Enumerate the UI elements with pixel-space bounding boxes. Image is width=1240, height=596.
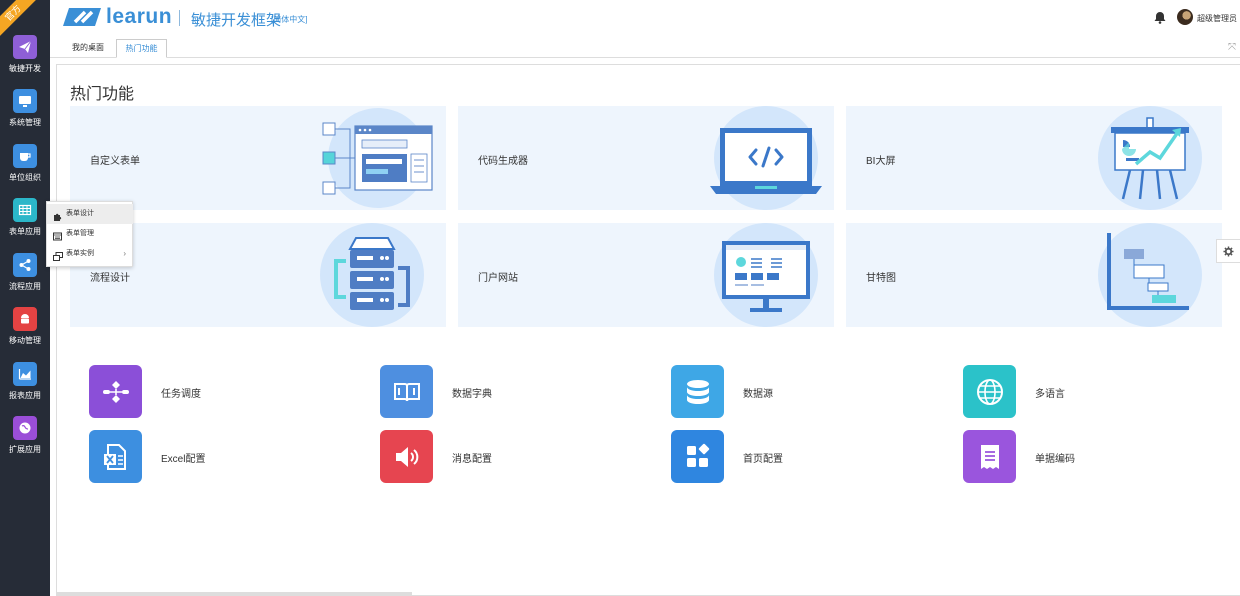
window-restore-icon — [53, 250, 63, 270]
submenu-item-form-manage[interactable]: 表单管理 — [47, 224, 133, 244]
database-icon — [671, 365, 724, 418]
presentation-board-icon — [1086, 106, 1222, 210]
card-code-generator[interactable]: 代码生成器 — [458, 106, 834, 210]
grid-blocks-icon — [671, 430, 724, 483]
card-bi-screen[interactable]: BI大屏 — [846, 106, 1222, 210]
sidebar-item-form-app[interactable]: 表单应用 — [0, 198, 50, 248]
logo-text: learun — [106, 5, 173, 28]
sidebar-item-agile-dev[interactable]: 敏捷开发 — [0, 35, 50, 85]
sidebar-item-label: 单位组织 — [9, 173, 41, 182]
feature-multi-language[interactable]: 多语言 — [963, 365, 1163, 418]
submenu-label: 表单实例 — [66, 250, 94, 257]
sidebar: 官方 敏捷开发 系统管理 单位组织 表单应用 流程应用 移动管理 报表应用 扩展… — [0, 0, 50, 596]
paper-plane-icon — [13, 35, 37, 59]
sidebar-item-label: 扩展应用 — [9, 445, 41, 454]
globe-icon — [963, 365, 1016, 418]
feature-data-source[interactable]: 数据源 — [671, 365, 871, 418]
share-icon — [13, 253, 37, 277]
card-label: 甘特图 — [866, 273, 896, 284]
feature-label: 消息配置 — [452, 454, 492, 465]
feature-homepage-config[interactable]: 首页配置 — [671, 430, 871, 483]
card-custom-form[interactable]: 自定义表单 — [70, 106, 446, 210]
globe-icon — [13, 416, 37, 440]
receipt-icon — [963, 430, 1016, 483]
sidebar-item-label: 敏捷开发 — [9, 64, 41, 73]
submenu-label: 表单设计 — [66, 210, 94, 217]
language-switch[interactable]: [简体中文] — [271, 14, 307, 25]
sidebar-item-workflow[interactable]: 流程应用 — [0, 253, 50, 303]
monitor-icon — [13, 89, 37, 113]
feature-message-config[interactable]: 消息配置 — [380, 430, 580, 483]
feature-label: 任务调度 — [161, 389, 201, 400]
book-icon — [380, 365, 433, 418]
sidebar-item-extensions[interactable]: 扩展应用 — [0, 416, 50, 466]
user-name[interactable]: 超级管理员 — [1197, 13, 1237, 24]
card-label: 代码生成器 — [478, 156, 528, 167]
card-gantt-chart[interactable]: 甘特图 — [846, 223, 1222, 327]
sidebar-item-label: 表单应用 — [9, 227, 41, 236]
gantt-chart-icon — [1086, 223, 1222, 327]
sidebar-item-system[interactable]: 系统管理 — [0, 89, 50, 139]
monitor-web-icon — [698, 223, 834, 327]
coffee-cup-icon — [13, 144, 37, 168]
feature-data-dictionary[interactable]: 数据字典 — [380, 365, 580, 418]
android-icon — [13, 307, 37, 331]
server-flow-icon — [310, 223, 446, 327]
logo-subtitle: 敏捷开发框架 — [191, 12, 282, 29]
feature-excel-config[interactable]: Excel配置 — [89, 430, 289, 483]
sidebar-item-label: 报表应用 — [9, 391, 41, 400]
tab-my-desktop[interactable]: 我的桌面 — [64, 39, 112, 58]
gear-icon[interactable] — [1216, 239, 1240, 263]
feature-label: 数据字典 — [452, 389, 492, 400]
table-icon — [13, 198, 37, 222]
speaker-icon — [380, 430, 433, 483]
bell-icon[interactable] — [1154, 11, 1166, 29]
card-label: 流程设计 — [90, 273, 130, 284]
feature-label: 单据编码 — [1035, 454, 1075, 465]
submenu-item-form-instance[interactable]: 表单实例 › — [47, 244, 133, 264]
submenu-item-form-design[interactable]: 表单设计 — [47, 204, 133, 224]
flowchart-icon — [89, 365, 142, 418]
area-chart-icon — [13, 362, 37, 386]
excel-icon — [89, 430, 142, 483]
card-portal-site[interactable]: 门户网站 — [458, 223, 834, 327]
feature-label: 多语言 — [1035, 389, 1065, 400]
feature-label: Excel配置 — [161, 454, 206, 465]
feature-task-scheduling[interactable]: 任务调度 — [89, 365, 289, 418]
feature-document-code[interactable]: 单据编码 — [963, 430, 1163, 483]
feature-label: 数据源 — [743, 389, 773, 400]
feature-label: 首页配置 — [743, 454, 783, 465]
logo-separator — [179, 10, 180, 26]
sidebar-item-label: 移动管理 — [9, 336, 41, 345]
learun-logo-icon — [63, 7, 101, 32]
card-label: 门户网站 — [478, 273, 518, 284]
tab-bar: 我的桌面 热门功能 ⤧ — [50, 38, 1240, 58]
card-label: BI大屏 — [866, 156, 896, 167]
submenu-label: 表单管理 — [66, 230, 94, 237]
laptop-code-icon — [698, 106, 834, 210]
official-ribbon: 官方 — [0, 0, 50, 40]
sidebar-item-reports[interactable]: 报表应用 — [0, 362, 50, 412]
sidebar-item-label: 流程应用 — [9, 282, 41, 291]
form-illustration-icon — [310, 106, 446, 210]
tab-hot-features[interactable]: 热门功能 — [116, 39, 167, 58]
top-header: learun 敏捷开发框架 [简体中文] 超级管理员 — [50, 0, 1240, 38]
sidebar-item-mobile[interactable]: 移动管理 — [0, 307, 50, 357]
avatar[interactable] — [1177, 9, 1193, 25]
form-app-submenu: 表单设计 表单管理 表单实例 › — [46, 201, 133, 267]
ribbon-label: 官方 — [0, 0, 40, 40]
main-content: 热门功能 自定义表单 代码生成器 BI大屏 流程设计 门户网站 甘特图 任务调度… — [56, 64, 1240, 596]
horizontal-scrollbar[interactable] — [56, 592, 412, 595]
card-label: 自定义表单 — [90, 156, 140, 167]
fullscreen-icon[interactable]: ⤧ — [1228, 42, 1236, 53]
page-title: 热门功能 — [70, 86, 135, 103]
chevron-right-icon: › — [123, 249, 126, 258]
sidebar-item-label: 系统管理 — [9, 118, 41, 127]
sidebar-item-organization[interactable]: 单位组织 — [0, 144, 50, 194]
